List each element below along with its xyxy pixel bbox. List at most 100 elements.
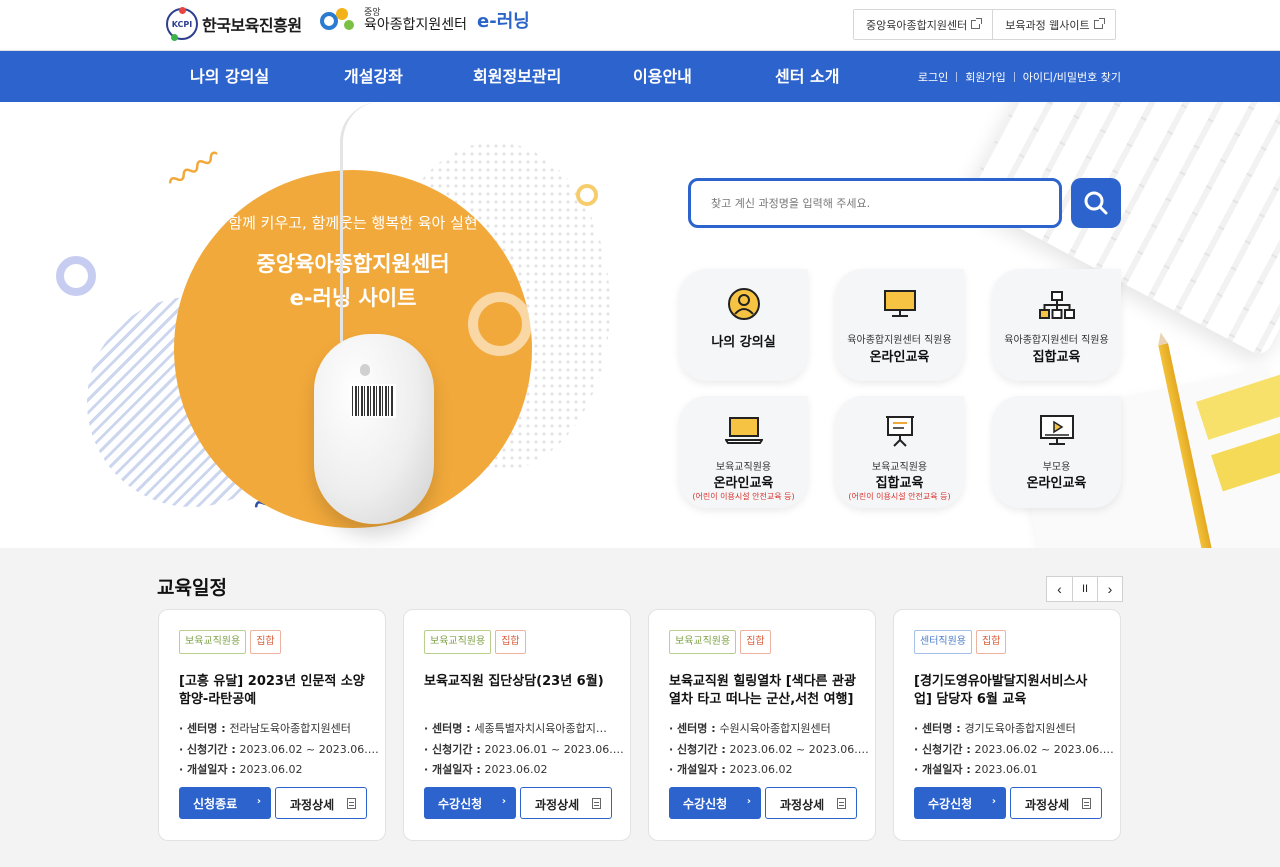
mouse-cable <box>340 102 420 342</box>
hero-banner: 함께 키우고, 함께웃는 행복한 육아 실현 중앙육아종합지원센터 e-러닝 사… <box>0 102 1280 548</box>
ring-decoration <box>576 184 598 206</box>
course-card[interactable]: 보육교직원용 집합 보육교직원 집단상담(23년 6월) · 센터명 : 세종특… <box>403 609 631 841</box>
apply-button[interactable]: 신청종료 › <box>179 787 271 819</box>
laptop-icon <box>724 417 763 444</box>
detail-button[interactable]: 과정상세 <box>520 787 612 819</box>
quick-my-classroom[interactable]: 나의 강의실 <box>679 269 808 381</box>
open-date-info: · 개설일자 : 2023.06.02 <box>179 763 303 776</box>
user-circle-icon <box>727 288 760 320</box>
tag-list: 보육교직원용 집합 <box>424 630 526 654</box>
course-title: [경기도영유아발달지원서비스사업] 담당자 6월 교육 <box>914 674 1088 707</box>
nav-center-intro[interactable]: 센터 소개 <box>775 51 839 102</box>
open-date-info: · 개설일자 : 2023.06.01 <box>914 763 1038 776</box>
external-links: 중앙육아종합지원센터 보육과정 웹사이트 <box>853 9 1116 40</box>
tag-list: 보육교직원용 집합 <box>179 630 281 654</box>
course-title: [고흥 유달] 2023년 인문적 소양 함양-라탄공예 <box>179 674 365 707</box>
education-schedule: 교육일정 ‹ II › 보육교직원용 집합 [고흥 유달] 2023년 인문적 … <box>0 548 1280 867</box>
audience-tag: 보육교직원용 <box>179 630 247 654</box>
apply-button[interactable]: 수강신청 › <box>669 787 761 819</box>
center-info: · 센터명 : 세종특별자치시육아종합지… <box>424 722 607 735</box>
document-icon <box>1082 798 1091 809</box>
quick-sub-label: 부모용 <box>1042 462 1071 473</box>
center-logo[interactable]: 중앙 육아종합지원센터 e-러닝 <box>318 6 530 34</box>
join-link[interactable]: 회원가입 <box>965 69 1005 85</box>
open-date-info: · 개설일자 : 2023.06.02 <box>669 763 793 776</box>
quick-main-label: 온라인교육 <box>1026 476 1087 491</box>
course-title: 보육교직원 힐링열차 [색다른 관광열차 타고 떠나는 군산,서천 여행] <box>669 674 856 707</box>
elearning-label: e-러닝 <box>477 11 530 32</box>
find-account-link[interactable]: 아이디/비밀번호 찾기 <box>1023 69 1121 85</box>
video-monitor-icon <box>1039 415 1074 445</box>
apply-button[interactable]: 수강신청 › <box>424 787 516 819</box>
section-title: 교육일정 <box>157 577 227 599</box>
pause-button[interactable]: II <box>1072 577 1097 601</box>
tag-list: 센터직원용 집합 <box>914 630 1007 654</box>
period-info: · 신청기간 : 2023.06.02 ~ 2023.06.05 <box>669 743 869 756</box>
search-icon <box>1084 191 1108 215</box>
nav-guide[interactable]: 이용안내 <box>633 51 692 102</box>
quick-teacher-group[interactable]: 보육교직원용 집합교육 (어린이 이용시설 안전교육 등) <box>835 396 964 508</box>
center-name: 육아종합지원센터 <box>364 16 468 33</box>
search-button[interactable] <box>1071 178 1121 228</box>
ring-decoration <box>56 256 96 296</box>
prev-button[interactable]: ‹ <box>1047 577 1072 601</box>
type-tag: 집합 <box>740 630 771 654</box>
nav-member-info[interactable]: 회원정보관리 <box>473 51 561 102</box>
open-date-info: · 개설일자 : 2023.06.02 <box>424 763 548 776</box>
quick-sub-label: 보육교직원용 <box>715 462 772 473</box>
quick-center-online[interactable]: 육아종합지원센터 직원용 온라인교육 <box>835 269 964 381</box>
course-title: 보육교직원 집단상담(23년 6월) <box>424 674 604 689</box>
quick-main-label: 집합교육 <box>875 476 924 491</box>
org-chart-icon <box>1038 291 1075 319</box>
period-info: · 신청기간 : 2023.06.02 ~ 2023.06.16 <box>914 743 1114 756</box>
link-label: 보육과정 웹사이트 <box>1005 18 1090 32</box>
auth-links: 로그인 회원가입 아이디/비밀번호 찾기 <box>918 51 1121 102</box>
course-card[interactable]: 보육교직원용 집합 [고흥 유달] 2023년 인문적 소양 함양-라탄공예 ·… <box>158 609 386 841</box>
quick-teacher-online[interactable]: 보육교직원용 온라인교육 (어린이 이용시설 안전교육 등) <box>679 396 808 508</box>
center-info: · 센터명 : 수원시육아종합지원센터 <box>669 722 831 735</box>
squiggle-decoration <box>168 151 219 184</box>
detail-button[interactable]: 과정상세 <box>275 787 367 819</box>
kcpi-logo-text: KCPI <box>171 19 193 29</box>
quick-main-label: 집합교육 <box>1032 350 1081 365</box>
apply-button[interactable]: 수강신청 › <box>914 787 1006 819</box>
presentation-board-icon <box>885 416 914 447</box>
nav-courses[interactable]: 개설강좌 <box>344 51 403 102</box>
link-curriculum-site[interactable]: 보육과정 웹사이트 <box>992 10 1115 39</box>
quick-center-group[interactable]: 육아종합지원센터 직원용 집합교육 <box>992 269 1121 381</box>
detail-button[interactable]: 과정상세 <box>765 787 857 819</box>
document-icon <box>347 798 356 809</box>
search-box <box>688 178 1062 228</box>
course-card[interactable]: 센터직원용 집합 [경기도영유아발달지원서비스사업] 담당자 6월 교육 · 센… <box>893 609 1121 841</box>
chevron-right-icon: › <box>501 796 506 807</box>
center-emblem-icon <box>318 6 358 34</box>
external-link-icon <box>971 18 983 29</box>
audience-tag: 보육교직원용 <box>669 630 737 654</box>
course-card[interactable]: 보육교직원용 집합 보육교직원 힐링열차 [색다른 관광열차 타고 떠나는 군산… <box>648 609 876 841</box>
document-icon <box>837 798 846 809</box>
kcpi-emblem-icon: KCPI <box>166 7 198 41</box>
period-info: · 신청기간 : 2023.06.02 ~ 2023.06.09 <box>179 743 379 756</box>
kcpi-logo[interactable]: KCPI 한국보육진흥원 <box>166 7 302 41</box>
quick-main-label: 온라인교육 <box>869 350 930 365</box>
center-info: · 센터명 : 전라남도육아종합지원센터 <box>179 722 351 735</box>
center-info: · 센터명 : 경기도육아종합지원센터 <box>914 722 1076 735</box>
quick-main-label: 나의 강의실 <box>711 335 776 350</box>
period-info: · 신청기간 : 2023.06.01 ~ 2023.06.30 <box>424 743 624 756</box>
audience-tag: 보육교직원용 <box>424 630 492 654</box>
search-input[interactable] <box>691 181 1059 225</box>
quick-parent-online[interactable]: 부모용 온라인교육 <box>992 396 1121 508</box>
next-button[interactable]: › <box>1097 577 1122 601</box>
detail-button[interactable]: 과정상세 <box>1010 787 1102 819</box>
quick-sub-label: 보육교직원용 <box>871 462 928 473</box>
divider <box>956 71 958 82</box>
external-link-icon <box>1093 18 1105 29</box>
monitor-icon <box>883 290 916 317</box>
barcode-icon <box>350 384 396 418</box>
carousel-controls: ‹ II › <box>1046 576 1123 602</box>
tag-list: 보육교직원용 집합 <box>669 630 771 654</box>
quick-note: (어린이 이용시설 안전교육 등) <box>692 492 795 501</box>
login-link[interactable]: 로그인 <box>918 69 948 85</box>
nav-my-classroom[interactable]: 나의 강의실 <box>190 51 269 102</box>
link-central-center[interactable]: 중앙육아종합지원센터 <box>854 10 993 39</box>
